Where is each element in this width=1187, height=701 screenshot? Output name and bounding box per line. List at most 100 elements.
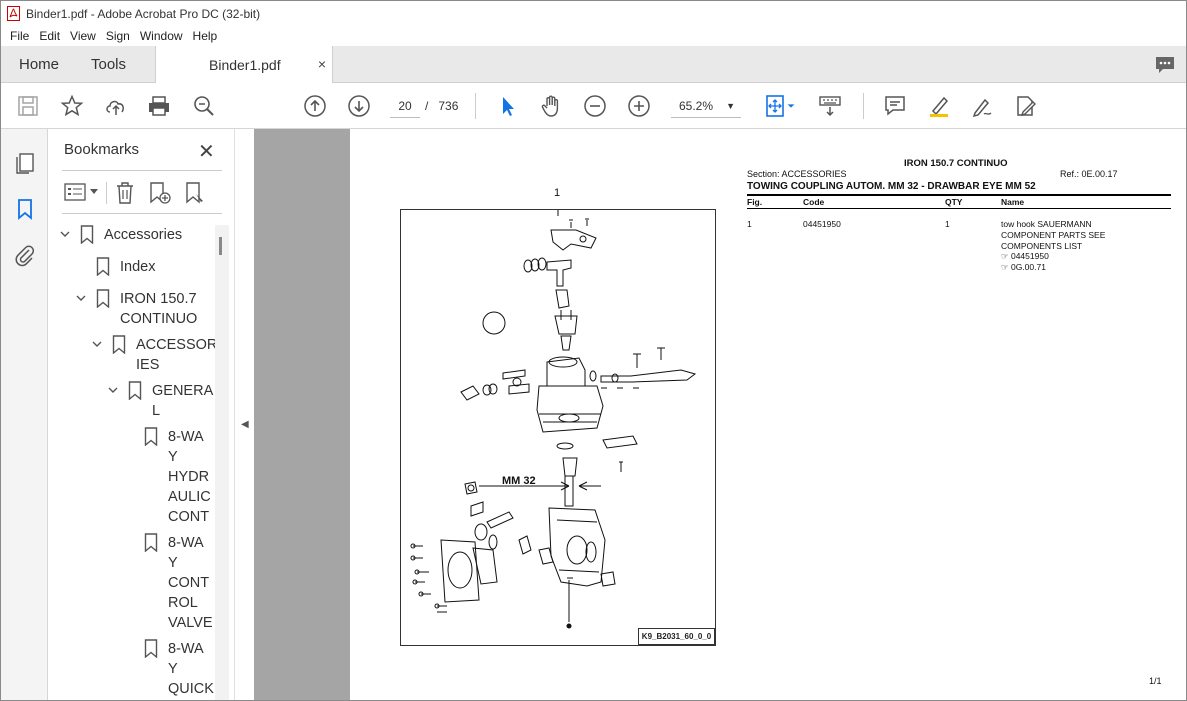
zoom-level-select[interactable]: 65.2% ▼ <box>671 94 741 118</box>
tab-document[interactable]: Binder1.pdf × <box>155 46 333 84</box>
page-counter: 1/1 <box>1149 676 1162 686</box>
row-name-line: COMPONENTS LIST <box>1001 240 1083 251</box>
save-icon[interactable] <box>15 93 41 119</box>
chevron-down-icon[interactable] <box>60 229 70 239</box>
row-name-line: tow hook SAUERMANN <box>1001 219 1092 229</box>
menu-bar: File Edit View Sign Window Help <box>1 26 1186 46</box>
panel-splitter[interactable]: ◀ <box>234 129 254 700</box>
figure-number: 1 <box>554 187 561 199</box>
chevron-down-icon[interactable] <box>108 385 118 395</box>
zoom-out-icon[interactable] <box>582 93 608 119</box>
star-icon[interactable] <box>59 93 85 119</box>
column-header-name: Name <box>1001 197 1025 207</box>
chevron-down-icon[interactable] <box>76 293 86 303</box>
page-separator: / <box>425 99 429 113</box>
new-bookmark-icon[interactable] <box>148 181 172 205</box>
acrobat-logo-icon <box>7 6 20 21</box>
zoom-search-icon[interactable] <box>191 93 217 119</box>
scrollbar-thumb[interactable] <box>219 237 222 255</box>
close-panel-icon[interactable]: ✕ <box>198 139 215 164</box>
chevron-down-icon: ▼ <box>726 101 735 111</box>
bookmark-label: 8-WA Y CONT ROL VALVE <box>168 535 213 631</box>
menu-sign[interactable]: Sign <box>106 29 130 43</box>
bookmark-label: IRON 150.7 CONTINUO <box>120 291 198 327</box>
bookmark-icon <box>144 427 158 446</box>
bookmark-label: ACCESSOR IES <box>136 337 218 373</box>
chevron-down-icon[interactable] <box>90 189 98 195</box>
bookmarks-title: Bookmarks <box>64 141 140 158</box>
keyboard-scroll-icon[interactable] <box>817 93 843 119</box>
find-bookmark-icon[interactable] <box>184 181 208 205</box>
doc-model-title: IRON 150.7 CONTINUO <box>904 158 1008 169</box>
column-header-code: Code <box>803 197 825 207</box>
row-name-link[interactable]: ☞ 0G.00.71 <box>1001 262 1105 273</box>
row-name: tow hook SAUERMANN COMPONENT PARTS SEE C… <box>1001 219 1105 273</box>
page-thumbnails-icon[interactable] <box>13 151 37 175</box>
dimension-label: MM 32 <box>502 475 536 487</box>
bookmark-icon <box>80 225 94 244</box>
bookmark-icon <box>128 381 142 400</box>
next-page-icon[interactable] <box>346 93 372 119</box>
toolbar-divider <box>475 93 476 119</box>
comment-bubble-icon[interactable] <box>1154 54 1176 76</box>
bookmark-label: Accessories <box>104 227 183 243</box>
column-header-qty: QTY <box>945 197 963 207</box>
delete-trash-icon[interactable] <box>114 181 136 205</box>
bookmark-panel-icon[interactable] <box>13 197 37 221</box>
row-name-line: COMPONENT PARTS SEE <box>1001 229 1106 240</box>
bookmark-label: Index <box>120 259 156 275</box>
figure-code: K9_B2031_60_0_0 <box>638 628 715 645</box>
bookmark-icon <box>144 533 158 552</box>
tab-home[interactable]: Home <box>19 46 59 83</box>
row-qty: 1 <box>945 219 950 229</box>
parts-diagram: MM 32 <box>410 200 697 629</box>
upload-cloud-icon[interactable] <box>103 93 129 119</box>
bookmarks-panel: Bookmarks ✕ Accessories Index IRON 150.7 CO… <box>48 129 234 700</box>
bookmark-label: 8-WA Y QUICK <box>168 641 214 697</box>
row-name-link[interactable]: ☞ 04451950 <box>1001 251 1105 262</box>
chevron-down-icon[interactable] <box>92 339 102 349</box>
hand-tool-icon[interactable] <box>538 93 564 119</box>
print-icon[interactable] <box>146 93 172 119</box>
close-tab-icon[interactable]: × <box>318 56 326 72</box>
select-pointer-icon[interactable] <box>495 93 521 119</box>
tab-document-label: Binder1.pdf <box>209 57 281 73</box>
tab-bar: Home Tools Binder1.pdf × <box>1 46 1186 84</box>
toolbar-divider <box>106 182 107 204</box>
fit-dropdown-icon[interactable] <box>785 93 797 119</box>
panel-divider <box>62 170 222 171</box>
draw-sign-icon[interactable] <box>969 93 995 119</box>
attachment-paperclip-icon[interactable] <box>13 243 37 267</box>
bookmark-icon <box>96 289 110 308</box>
doc-heading: TOWING COUPLING AUTOM. MM 32 - DRAWBAR E… <box>747 181 1036 192</box>
page-total-value: 736 <box>438 99 459 113</box>
bookmark-scrollbar[interactable] <box>215 225 229 700</box>
menu-view[interactable]: View <box>70 29 96 43</box>
menu-window[interactable]: Window <box>140 29 183 43</box>
row-fig: 1 <box>747 219 752 229</box>
menu-file[interactable]: File <box>10 29 29 43</box>
highlight-pen-icon[interactable] <box>926 93 952 119</box>
edit-pdf-icon[interactable] <box>1013 93 1039 119</box>
bookmark-label: GENERA L <box>152 383 214 419</box>
collapse-panel-icon[interactable]: ◀ <box>241 419 249 430</box>
title-bar: Binder1.pdf - Adobe Acrobat Pro DC (32-b… <box>1 1 1186 26</box>
page-number-input[interactable]: 20 <box>390 94 420 118</box>
panel-divider <box>62 213 222 214</box>
doc-section: Section: ACCESSORIES <box>747 169 847 179</box>
acrobat-window: Binder1.pdf - Adobe Acrobat Pro DC (32-b… <box>0 0 1187 701</box>
doc-ref: Ref.: 0E.00.17 <box>1060 169 1118 179</box>
bookmark-icon <box>144 639 158 658</box>
tab-tools[interactable]: Tools <box>91 46 126 83</box>
menu-help[interactable]: Help <box>193 29 218 43</box>
bookmark-options-icon[interactable] <box>64 182 88 204</box>
zoom-in-icon[interactable] <box>626 93 652 119</box>
table-rule <box>747 208 1171 209</box>
window-title: Binder1.pdf - Adobe Acrobat Pro DC (32-b… <box>26 6 261 21</box>
menu-edit[interactable]: Edit <box>39 29 60 43</box>
page-total: / 736 <box>425 94 458 118</box>
bookmark-icon <box>96 257 110 276</box>
previous-page-icon[interactable] <box>302 93 328 119</box>
comment-icon[interactable] <box>882 93 908 119</box>
column-header-fig: Fig. <box>747 197 763 207</box>
